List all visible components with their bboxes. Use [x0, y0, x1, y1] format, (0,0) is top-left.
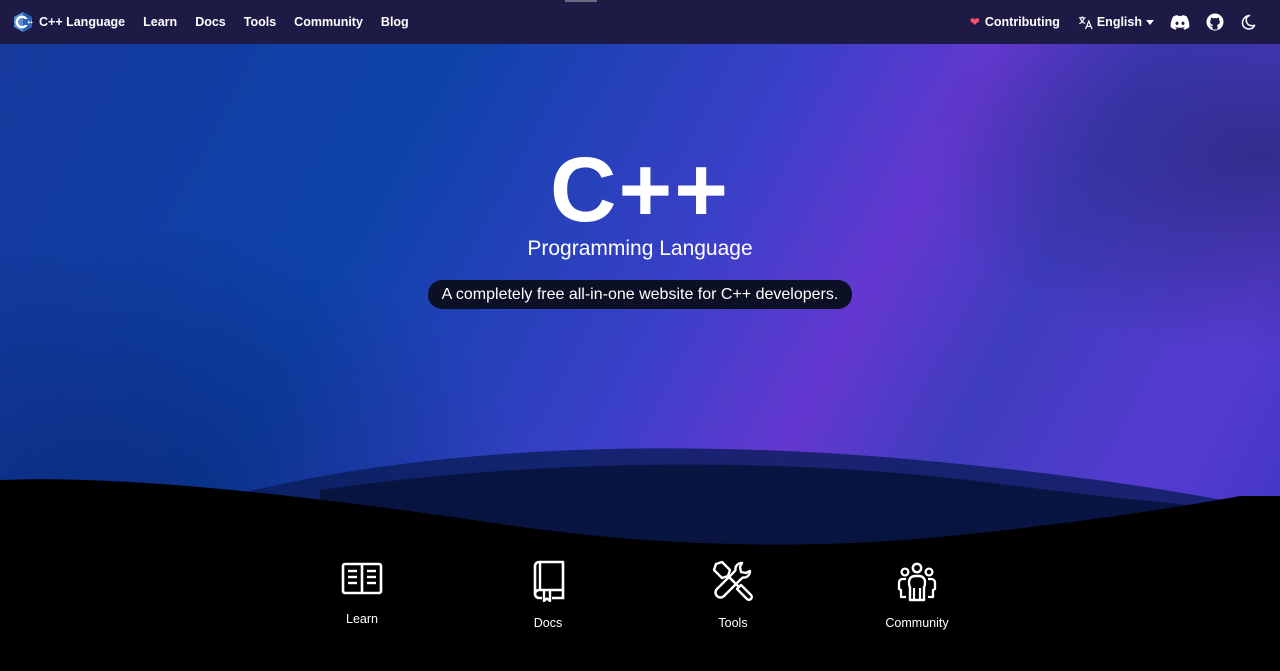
feature-label-learn: Learn [346, 612, 378, 626]
nav-link-community[interactable]: Community [294, 15, 363, 29]
book-open-icon [341, 562, 383, 595]
nav-link-docs[interactable]: Docs [195, 15, 226, 29]
nav-right: ❤ Contributing English [970, 0, 1280, 44]
translate-icon [1078, 15, 1093, 29]
scroll-indicator [565, 0, 597, 2]
users-icon [897, 562, 937, 602]
feature-learn[interactable]: Learn [292, 560, 432, 626]
theme-toggle[interactable] [1240, 14, 1256, 30]
feature-list: Learn Docs Tools Community [0, 560, 1280, 660]
discord-icon [1170, 15, 1190, 30]
nav-left: + + C++ Language Learn Docs Tools Commun… [0, 0, 409, 44]
tools-icon [712, 560, 753, 601]
book-icon [533, 560, 565, 602]
chevron-down-icon [1146, 19, 1154, 25]
svg-text:+: + [30, 20, 33, 26]
contributing-label: Contributing [984, 15, 1060, 29]
brand-name: C++ Language [39, 15, 126, 29]
feature-community[interactable]: Community [847, 560, 987, 630]
feature-label-docs: Docs [533, 616, 563, 630]
brand-link[interactable]: + + C++ Language [12, 11, 125, 33]
feature-tools[interactable]: Tools [663, 560, 803, 630]
feature-label-community: Community [885, 616, 949, 630]
feature-label-tools: Tools [718, 616, 748, 630]
cpp-logo-icon: + + [14, 12, 33, 32]
nav-link-learn[interactable]: Learn [143, 15, 177, 29]
language-selector[interactable]: English [1078, 15, 1154, 30]
nav-link-tools[interactable]: Tools [244, 15, 276, 29]
feature-docs[interactable]: Docs [478, 560, 618, 630]
moon-icon [1241, 14, 1256, 30]
heart-icon: ❤ [969, 15, 980, 29]
github-link[interactable] [1206, 13, 1224, 31]
contributing-link[interactable]: ❤ Contributing [970, 15, 1060, 29]
github-icon [1206, 13, 1224, 31]
discord-link[interactable] [1170, 14, 1190, 30]
navbar: + + C++ Language Learn Docs Tools Commun… [0, 0, 1280, 44]
nav-link-blog[interactable]: Blog [381, 15, 409, 29]
language-label: English [1096, 15, 1142, 29]
